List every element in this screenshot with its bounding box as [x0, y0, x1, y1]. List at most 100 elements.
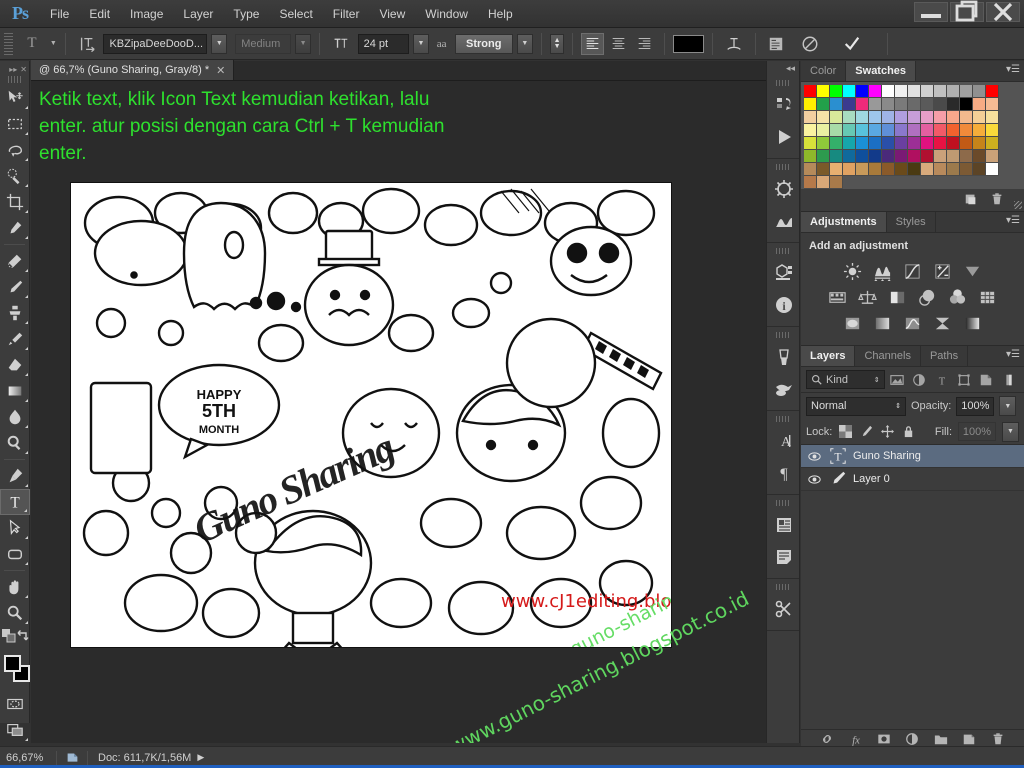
- color-swatch[interactable]: [817, 163, 830, 176]
- zoom-level[interactable]: 66,67%: [0, 752, 52, 764]
- collapse-panels-icon[interactable]: ◂◂: [767, 61, 799, 75]
- status-arrow-icon[interactable]: ▶: [197, 752, 204, 763]
- align-right-button[interactable]: [634, 33, 656, 55]
- color-swatch[interactable]: [960, 85, 973, 98]
- vibrance-icon[interactable]: [960, 260, 986, 282]
- type-tool-icon[interactable]: T: [19, 32, 45, 56]
- color-swatch[interactable]: [973, 111, 986, 124]
- rail-grip[interactable]: [776, 500, 790, 506]
- delete-swatch-icon[interactable]: [990, 192, 1004, 209]
- color-swatch[interactable]: [986, 137, 999, 150]
- path-selection-tool[interactable]: [0, 515, 30, 541]
- color-swatch[interactable]: [960, 137, 973, 150]
- black-white-icon[interactable]: [885, 286, 911, 308]
- toolbar-grip[interactable]: [8, 76, 21, 83]
- swatches-grid[interactable]: [804, 85, 1022, 189]
- actions-icon[interactable]: [767, 121, 801, 153]
- tab-color[interactable]: Color: [801, 61, 847, 81]
- color-swatch[interactable]: [908, 98, 921, 111]
- lasso-tool[interactable]: [0, 137, 30, 163]
- chevron-down-icon[interactable]: ▼: [50, 40, 57, 47]
- panel-menu-icon[interactable]: ▾☰: [1006, 216, 1020, 226]
- color-swatch[interactable]: [882, 98, 895, 111]
- properties-icon[interactable]: [767, 257, 801, 289]
- color-swatch[interactable]: [960, 150, 973, 163]
- dodge-tool[interactable]: [0, 430, 30, 456]
- history-icon[interactable]: [767, 89, 801, 121]
- color-swatch[interactable]: [869, 137, 882, 150]
- color-swatch[interactable]: [882, 137, 895, 150]
- character-paragraph-panels-icon[interactable]: [764, 32, 790, 56]
- tab-layers[interactable]: Layers: [801, 346, 856, 366]
- layer-filter-kind[interactable]: Kind ⇕: [806, 370, 885, 389]
- document-tab[interactable]: @ 66,7% (Guno Sharing, Gray/8) * ✕: [31, 60, 235, 80]
- preview-icon[interactable]: [61, 751, 83, 764]
- menu-image[interactable]: Image: [120, 3, 173, 25]
- gradient-tool[interactable]: [0, 378, 30, 404]
- horizontal-type-tool[interactable]: T: [0, 489, 30, 515]
- color-swatch[interactable]: [986, 150, 999, 163]
- color-swatch[interactable]: [882, 163, 895, 176]
- color-swatch[interactable]: [986, 163, 999, 176]
- antialias-select[interactable]: Strong: [454, 33, 513, 54]
- text-orientation-icon[interactable]: [74, 32, 100, 56]
- menu-edit[interactable]: Edit: [79, 3, 120, 25]
- color-swatch[interactable]: [817, 111, 830, 124]
- color-swatch[interactable]: [856, 163, 869, 176]
- layer-name[interactable]: Guno Sharing: [853, 450, 921, 462]
- color-swatch[interactable]: [869, 85, 882, 98]
- color-swatch[interactable]: [947, 163, 960, 176]
- color-swatch[interactable]: [934, 111, 947, 124]
- color-swatch[interactable]: [895, 111, 908, 124]
- levels-icon[interactable]: [870, 260, 896, 282]
- color-swatch[interactable]: [843, 150, 856, 163]
- selective-color-icon[interactable]: [930, 312, 956, 334]
- eraser-tool[interactable]: [0, 352, 30, 378]
- color-swatch[interactable]: [843, 98, 856, 111]
- lock-position-icon[interactable]: [880, 424, 895, 439]
- color-swatch[interactable]: [934, 150, 947, 163]
- color-swatch[interactable]: [882, 111, 895, 124]
- color-swatch[interactable]: [960, 124, 973, 137]
- color-swatch[interactable]: [843, 111, 856, 124]
- color-swatch[interactable]: [960, 111, 973, 124]
- eyedropper-tool[interactable]: [0, 215, 30, 241]
- filter-smart-object-icon[interactable]: [976, 370, 996, 390]
- rail-grip[interactable]: [776, 80, 790, 86]
- tool-presets-icon[interactable]: [767, 593, 801, 625]
- color-swatch[interactable]: [895, 124, 908, 137]
- layer-visibility-icon[interactable]: [805, 450, 823, 463]
- fill-dropdown[interactable]: ▼: [1002, 421, 1019, 442]
- color-swatch[interactable]: [895, 163, 908, 176]
- quick-mask-icon[interactable]: [0, 691, 30, 717]
- commit-checkmark-icon[interactable]: [839, 32, 865, 56]
- color-swatch[interactable]: [830, 163, 843, 176]
- swap-colors-icon[interactable]: [16, 629, 30, 646]
- color-swatch[interactable]: [895, 137, 908, 150]
- canvas-area[interactable]: Ketik text, klik Icon Text kemudian keti…: [31, 81, 766, 743]
- panel-menu-icon[interactable]: ▾☰: [1006, 350, 1020, 360]
- photo-filter-icon[interactable]: [915, 286, 941, 308]
- blend-mode-select[interactable]: Normal ⇕: [806, 396, 906, 416]
- crop-tool[interactable]: [0, 189, 30, 215]
- opacity-value[interactable]: 100%: [956, 396, 995, 416]
- gradient-map-icon[interactable]: [960, 312, 986, 334]
- color-swatch[interactable]: [804, 85, 817, 98]
- color-swatch[interactable]: [934, 98, 947, 111]
- screen-mode-icon[interactable]: [0, 717, 30, 743]
- warp-text-icon[interactable]: [721, 32, 747, 56]
- color-swatch[interactable]: [895, 98, 908, 111]
- panel-menu-icon[interactable]: ▾☰: [1006, 65, 1020, 75]
- lock-all-icon[interactable]: [901, 424, 916, 439]
- lock-transparent-pixels-icon[interactable]: [838, 424, 853, 439]
- color-swatch[interactable]: [973, 137, 986, 150]
- color-swatch[interactable]: [804, 111, 817, 124]
- histogram-icon[interactable]: [767, 205, 801, 237]
- color-swatch[interactable]: [895, 150, 908, 163]
- color-swatch[interactable]: [817, 176, 830, 189]
- antialias-dropdown[interactable]: ▼: [516, 33, 533, 54]
- color-swatch[interactable]: [973, 150, 986, 163]
- color-swatch[interactable]: [960, 163, 973, 176]
- tab-channels[interactable]: Channels: [855, 346, 921, 366]
- invert-icon[interactable]: [840, 312, 866, 334]
